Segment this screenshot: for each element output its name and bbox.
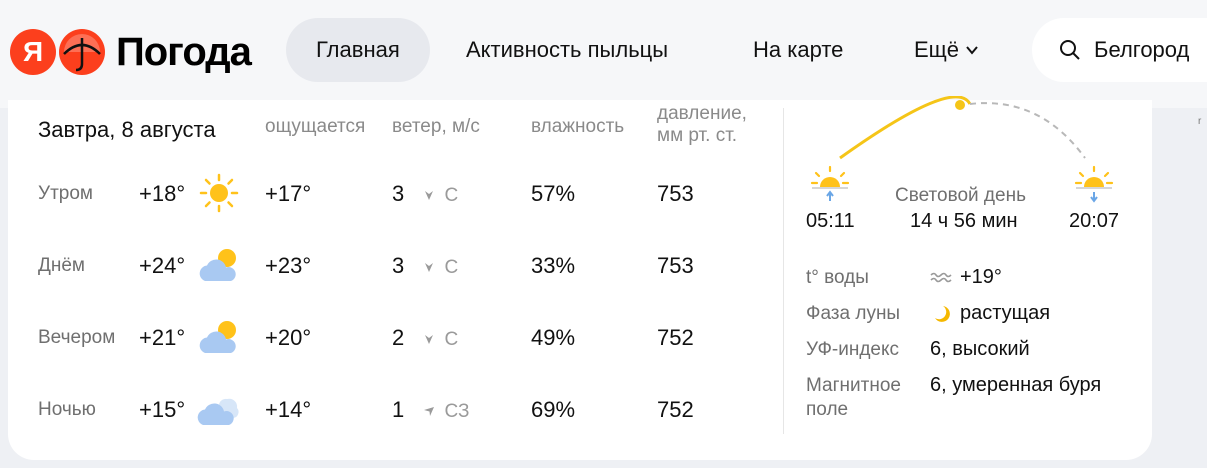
row-feels: +14° [265,397,312,422]
row-temp: +24° [139,253,186,278]
forecast-row-evening: Вечером +21° +20° 2 С 49% 752 [0,317,780,357]
sun-icon [199,173,239,213]
column-feels: ощущается [265,116,366,137]
wind-speed: 3 [392,253,405,278]
wind-direction: С [444,257,459,278]
water-temp-value: +19° [930,266,1002,289]
search-input-value: Белгород [1094,37,1190,62]
daylight-duration: 14 ч 56 мин [910,210,1018,232]
cloudy-icon [197,398,239,425]
water-temp-text: +19° [960,266,1002,288]
row-temp: +21° [139,325,186,350]
wind-direction: СЗ [444,401,470,422]
daylight-label: Световой день [895,185,1026,206]
column-pressure-line1: давление, [657,103,747,124]
wind-speed: 1 [392,397,405,422]
magnetic-field-label: Магнитное поле [806,375,901,420]
sunset-time: 20:07 [1069,210,1120,232]
row-humidity: 69% [531,397,576,422]
row-pressure: 753 [657,253,694,278]
row-pressure: 752 [657,397,694,422]
moon-phase-text: растущая [960,302,1051,324]
wind-arrow-southeast-icon [424,407,435,417]
row-wind: 3 С [392,253,458,279]
partly-cloudy-icon [199,321,236,353]
water-temp-label: t° воды [806,267,869,288]
row-period: Утром [38,183,93,204]
nav-pollen-activity[interactable]: Активность пыльцы [436,18,698,82]
sunset-icon [1074,165,1114,203]
nav-map[interactable]: На карте [723,18,873,82]
row-period: Ночью [38,399,96,420]
sunrise-time: 05:11 [806,210,855,232]
wind-speed: 3 [392,181,405,206]
row-pressure: 752 [657,325,694,350]
row-feels: +20° [265,325,312,350]
logo[interactable]: Я Погода [10,27,252,77]
row-humidity: 49% [531,325,576,350]
panel-divider [783,108,784,434]
moon-phase-label: Фаза луны [806,303,901,324]
column-pressure: давление, мм рт. ст. [657,103,747,147]
search-icon [1060,40,1080,60]
app-title: Погода [116,29,252,74]
row-humidity: 33% [531,253,576,278]
yandex-logo: Я [10,29,56,75]
wind-direction: С [444,185,459,206]
row-period: Вечером [38,327,116,348]
row-wind: 2 С [392,325,458,351]
sunrise-icon [810,165,850,201]
column-humidity: влажность [531,116,625,137]
partly-cloudy-icon [199,249,236,281]
moon-icon [935,305,950,322]
row-period: Днём [38,255,85,276]
water-waves-icon [930,272,952,282]
row-feels: +17° [265,181,312,206]
row-wind: 1 СЗ [392,397,469,423]
uv-index-label: УФ-индекс [806,339,899,360]
wind-speed: 2 [392,325,405,350]
magnetic-field-value: 6, умеренная буря [930,374,1102,396]
nav-more-label: Ещё [914,37,960,62]
row-pressure: 753 [657,181,694,206]
row-feels: +23° [265,253,312,278]
nav-home[interactable]: Главная [286,18,430,82]
wind-direction: С [444,329,459,350]
wind-arrow-south-icon [425,335,434,345]
row-wind: 3 С [392,181,458,207]
column-wind: ветер, м/с [392,116,480,137]
moon-phase-value: растущая [930,302,1050,325]
row-temp: +18° [139,181,186,206]
nav-more[interactable]: Ещё [884,18,1009,82]
forecast-row-day: Днём +24° +23° 3 С 33% 753 [0,245,780,285]
city-search[interactable]: Белгород [1032,18,1207,82]
umbrella-icon [59,29,105,75]
forecast-title: Завтра, 8 августа [38,117,216,142]
forecast-row-morning: Утром +18° +17° 3 С 57% 753 [0,173,780,213]
row-humidity: 57% [531,181,576,206]
forecast-row-night: Ночью +15° +14° 1 СЗ 69% 752 [0,389,780,429]
top-bar: Я Погода Главная Активность пыльцы На ка… [0,0,1207,108]
uv-index-value: 6, высокий [930,338,1030,360]
row-temp: +15° [139,397,186,422]
chevron-down-icon [966,46,978,55]
column-pressure-line2: мм рт. ст. [657,125,738,146]
wind-arrow-south-icon [425,191,434,201]
wind-arrow-south-icon [425,263,434,273]
edge-mark: r [1198,116,1202,127]
